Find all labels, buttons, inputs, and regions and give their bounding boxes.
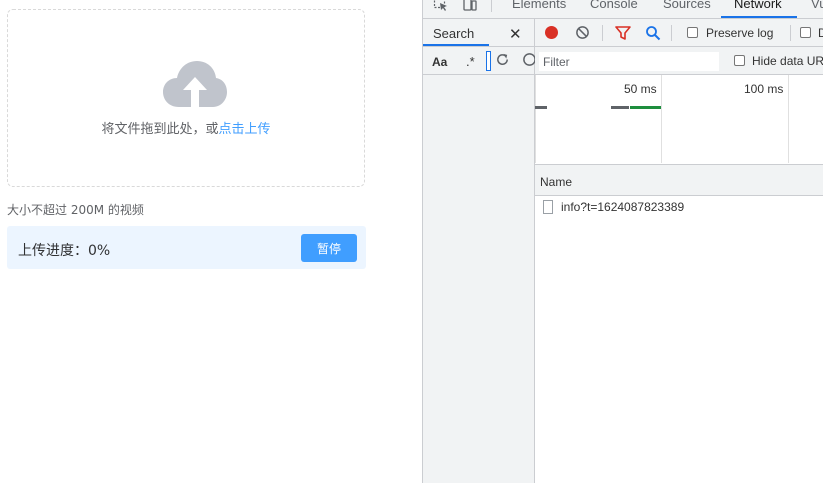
clear-icon[interactable] <box>575 25 590 40</box>
table-row[interactable]: info?t=1624087823389 <box>535 196 823 218</box>
refresh-icon[interactable] <box>495 52 510 67</box>
devtools-tabbar: Elements Console Sources Network Vu <box>423 0 823 19</box>
network-panel: Preserve log D Hide data URLs 50 ms 100 … <box>535 19 823 483</box>
upload-dropzone[interactable]: 将文件拖到此处，或点击上传 <box>7 9 365 187</box>
timeline-request-bar <box>611 106 629 109</box>
column-name-header[interactable]: Name <box>540 175 572 189</box>
progress-label: 上传进度：0% <box>18 243 111 259</box>
preserve-log-checkbox[interactable] <box>687 27 698 38</box>
filter-input[interactable] <box>539 52 719 71</box>
hide-data-urls-checkbox[interactable] <box>734 55 745 66</box>
filter-icon[interactable] <box>615 25 631 41</box>
tab-elements[interactable]: Elements <box>512 0 566 11</box>
disable-cache-checkbox[interactable] <box>800 27 811 38</box>
drop-instructions: 将文件拖到此处，或点击上传 <box>8 118 364 137</box>
inspect-element-icon[interactable] <box>433 0 449 12</box>
disable-cache-label: D <box>818 26 823 40</box>
timeline-label-50ms: 50 ms <box>624 82 657 96</box>
toolbar-divider <box>671 25 672 41</box>
timeline-request-bar <box>535 106 547 109</box>
timeline-gridline <box>788 75 789 163</box>
network-overview-timeline: 50 ms 100 ms <box>535 75 823 165</box>
toolbar-divider <box>491 0 492 12</box>
timeline-request-bar <box>630 106 661 109</box>
pause-button[interactable]: 暂停 <box>301 234 357 262</box>
close-icon[interactable]: ✕ <box>509 25 522 43</box>
document-icon <box>543 200 553 214</box>
match-case-toggle[interactable]: Aa <box>432 55 447 69</box>
timeline-gridline <box>661 75 662 163</box>
drop-text: 将文件拖到此处，或 <box>101 122 219 137</box>
tab-console[interactable]: Console <box>590 0 638 11</box>
search-header: Search ✕ <box>423 19 534 47</box>
search-tab[interactable]: Search <box>433 26 474 41</box>
tab-vue[interactable]: Vu <box>811 0 823 11</box>
timeline-label-100ms: 100 ms <box>744 82 784 96</box>
hide-data-urls-label: Hide data URLs <box>752 54 823 68</box>
search-panel: Search ✕ Aa .* <box>423 19 536 483</box>
regex-toggle[interactable]: .* <box>466 54 475 69</box>
upload-app: 将文件拖到此处，或点击上传 大小不超过 200M 的视频 上传进度：0% 暂停 <box>0 0 422 483</box>
filter-bar: Hide data URLs <box>535 47 823 75</box>
upload-progress-panel: 上传进度：0% 暂停 <box>7 226 366 269</box>
devtools-panel: Elements Console Sources Network Vu Sear… <box>422 0 823 483</box>
cloud-upload-icon <box>163 61 227 107</box>
click-upload-link[interactable]: 点击上传 <box>219 122 271 137</box>
preserve-log-label: Preserve log <box>706 26 774 40</box>
active-tab-indicator <box>721 16 797 18</box>
tab-network[interactable]: Network <box>734 0 782 11</box>
toolbar-divider <box>790 25 791 41</box>
toolbar-divider <box>602 25 603 41</box>
request-name: info?t=1624087823389 <box>561 200 685 214</box>
search-icon[interactable] <box>645 25 661 41</box>
search-options: Aa .* <box>423 47 536 75</box>
search-input[interactable] <box>486 51 491 71</box>
record-icon[interactable] <box>545 26 558 39</box>
device-toolbar-icon[interactable] <box>461 0 477 12</box>
requests-table-header: Name <box>535 168 823 196</box>
search-tab-indicator <box>423 44 489 46</box>
network-toolbar: Preserve log D <box>535 19 823 47</box>
timeline-gridline <box>535 75 536 163</box>
upload-tip: 大小不超过 200M 的视频 <box>7 203 144 217</box>
tab-sources[interactable]: Sources <box>663 0 711 11</box>
